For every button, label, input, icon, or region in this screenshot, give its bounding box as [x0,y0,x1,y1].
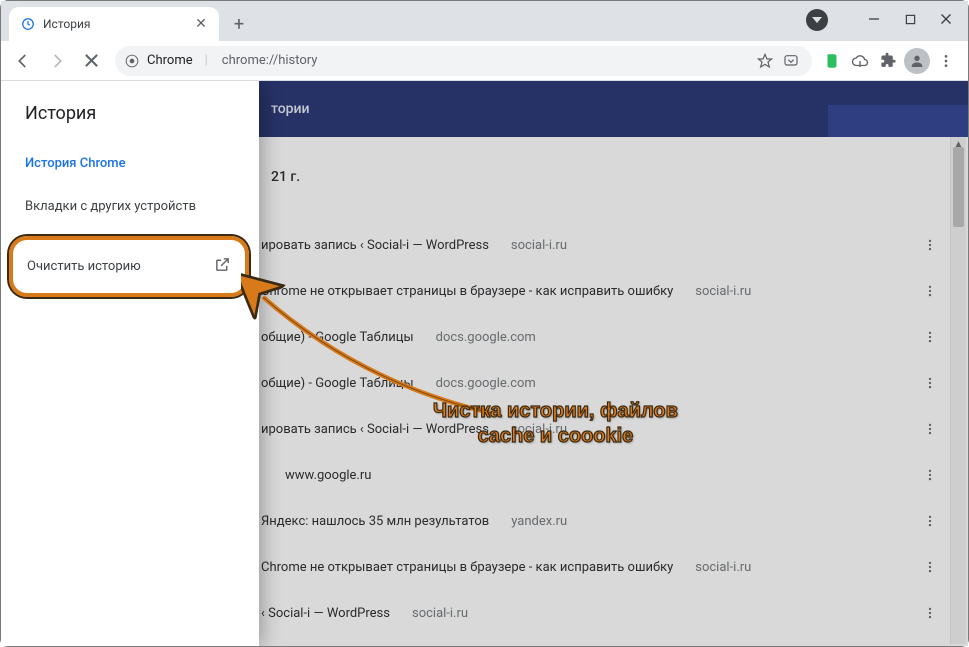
history-row[interactable]: ировать запись ‹ Social-i — WordPress soc… [261,222,942,268]
history-favicon [21,17,35,31]
row-menu-button[interactable] [918,371,942,395]
history-row[interactable]: Яндекс: нашлось 35 млн результатов yandex… [261,498,942,544]
omnibox-label: Chrome [147,53,193,68]
history-row-domain: social-i.ru [695,284,751,299]
maximize-button[interactable] [894,5,926,33]
history-row-title: Яндекс: нашлось 35 млн результатов [261,514,489,529]
history-list: ировать запись ‹ Social-i — WordPress soc… [261,222,942,636]
row-menu-button[interactable] [918,601,942,625]
history-row[interactable]: ировать запись ‹ Social-i — WordPress soc… [261,406,942,452]
history-row-title: ировать запись ‹ Social-i — WordPress [261,238,489,253]
history-row[interactable]: Chrome не открывает страницы в браузере … [261,544,942,590]
history-row-title: www.google.ru [261,468,371,483]
address-bar[interactable]: Chrome | chrome://history [115,46,812,76]
history-row[interactable]: общие) - Google Таблицы docs.google.com [261,360,942,406]
bluebar-hint: тории [271,101,310,117]
row-menu-button[interactable] [918,325,942,349]
history-row-domain: social-i.ru [412,606,468,621]
sidebar-title: История [1,81,259,142]
sidebar-item-chrome-history[interactable]: История Chrome [1,142,259,185]
clear-history-label: Очистить историю [27,259,141,274]
stop-reload-button[interactable] [75,45,107,77]
extensions-row [820,48,958,74]
titlebar: История ✕ + [1,1,968,41]
window-controls [858,5,962,33]
open-external-icon [214,256,231,277]
toolbar: Chrome | chrome://history [1,41,968,81]
bluebar-accent [828,105,968,137]
close-window-button[interactable] [930,5,962,33]
sidebar-item-clear-history[interactable]: Очистить историю [9,236,249,297]
history-row-title: ‹ Social-i — WordPress [261,606,390,621]
sidebar-item-other-tabs[interactable]: Вкладки с других устройств [1,185,259,228]
history-row-domain: docs.google.com [436,330,536,345]
back-button[interactable] [7,45,39,77]
history-row-domain: social-i.ru [511,238,567,253]
history-row-title: общие) - Google Таблицы [261,330,414,345]
bookmark-star-icon[interactable] [754,50,776,72]
history-row-domain: social-i.ru [511,422,567,437]
cloud-extension-icon[interactable] [848,49,872,73]
scroll-thumb[interactable] [953,147,964,227]
page-content: тории 21 г. ировать запись ‹ Social-i — … [1,81,968,646]
chrome-menu-button[interactable] [934,49,958,73]
vertical-scrollbar[interactable]: ▲ [950,137,966,644]
minimize-button[interactable] [858,5,890,33]
history-row-title: общие) - Google Таблицы [261,376,414,391]
omnibox-url: chrome://history [222,53,318,68]
history-row-domain: docs.google.com [436,376,536,391]
history-row[interactable]: www.google.ru [261,452,942,498]
row-menu-button[interactable] [918,509,942,533]
history-row-title: Chrome не открывает страницы в браузере … [261,284,673,299]
row-menu-button[interactable] [918,463,942,487]
history-row[interactable]: Chrome не открывает страницы в браузере … [261,268,942,314]
identity-menu-button[interactable] [806,9,828,31]
history-row-title: ировать запись ‹ Social-i — WordPress [261,422,489,437]
tab-close-button[interactable]: ✕ [193,16,209,32]
extensions-puzzle-icon[interactable] [876,49,900,73]
tab-title: История [43,17,185,31]
history-row[interactable]: ‹ Social-i — WordPress social-i.ru [261,590,942,636]
site-info-icon[interactable] [125,54,139,68]
browser-tab[interactable]: История ✕ [9,7,219,41]
row-menu-button[interactable] [918,279,942,303]
new-tab-button[interactable]: + [225,10,253,38]
profile-avatar[interactable] [904,48,930,74]
history-row-title: Chrome не открывает страницы в браузере … [261,560,673,575]
row-menu-button[interactable] [918,417,942,441]
history-row-domain: social-i.ru [695,560,751,575]
row-menu-button[interactable] [918,555,942,579]
pocket-icon[interactable] [780,50,802,72]
history-sidebar: История История Chrome Вкладки с других … [1,81,259,646]
history-row[interactable]: общие) - Google Таблицы docs.google.com [261,314,942,360]
date-heading: 21 г. [271,169,300,185]
evernote-extension-icon[interactable] [820,49,844,73]
history-row-domain: yandex.ru [511,514,567,529]
row-menu-button[interactable] [918,233,942,257]
forward-button[interactable] [41,45,73,77]
